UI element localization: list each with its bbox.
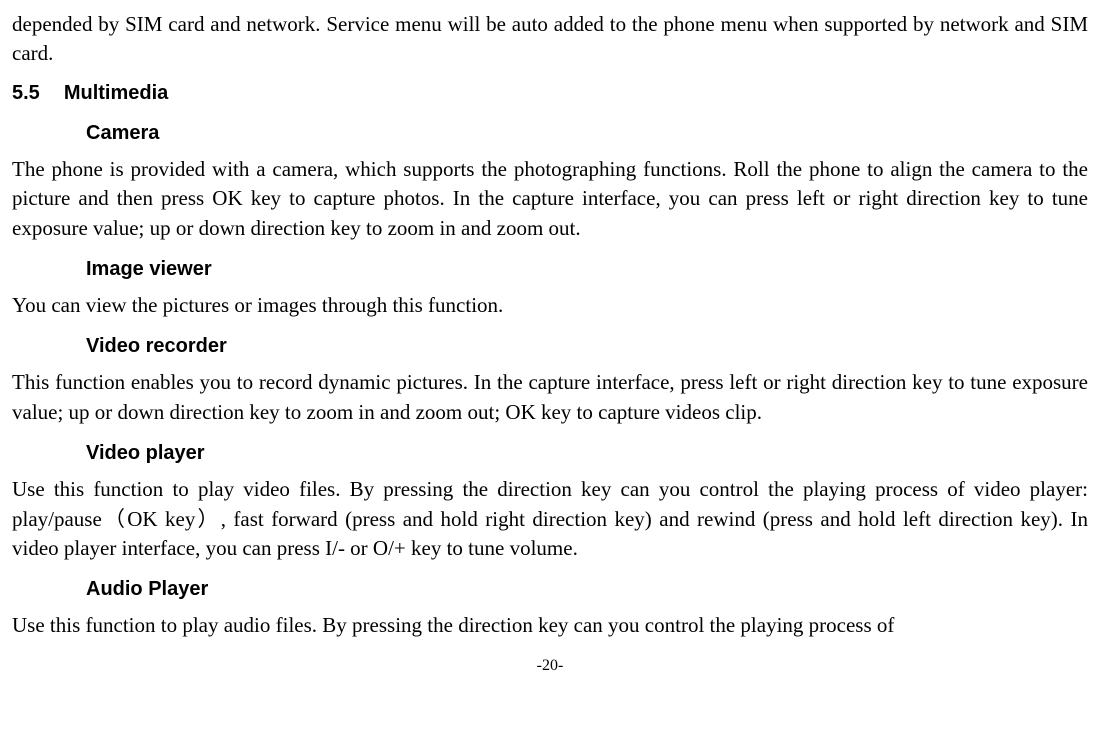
subheading-image-viewer: Image viewer bbox=[12, 255, 1088, 283]
subheading-camera: Camera bbox=[12, 119, 1088, 147]
para-camera: The phone is provided with a camera, whi… bbox=[12, 155, 1088, 243]
para-image-viewer: You can view the pictures or images thro… bbox=[12, 291, 1088, 320]
section-heading: 5.5 Multimedia bbox=[12, 79, 1088, 107]
para-video-player: Use this function to play video files. B… bbox=[12, 475, 1088, 563]
top-continuation-paragraph: depended by SIM card and network. Servic… bbox=[12, 10, 1088, 69]
para-audio-player: Use this function to play audio files. B… bbox=[12, 611, 1088, 640]
section-number: 5.5 bbox=[12, 79, 40, 107]
page-number: -20- bbox=[12, 655, 1088, 677]
subheading-video-player: Video player bbox=[12, 439, 1088, 467]
para-video-recorder: This function enables you to record dyna… bbox=[12, 368, 1088, 427]
section-title: Multimedia bbox=[64, 82, 168, 104]
subheading-audio-player: Audio Player bbox=[12, 575, 1088, 603]
subheading-video-recorder: Video recorder bbox=[12, 332, 1088, 360]
